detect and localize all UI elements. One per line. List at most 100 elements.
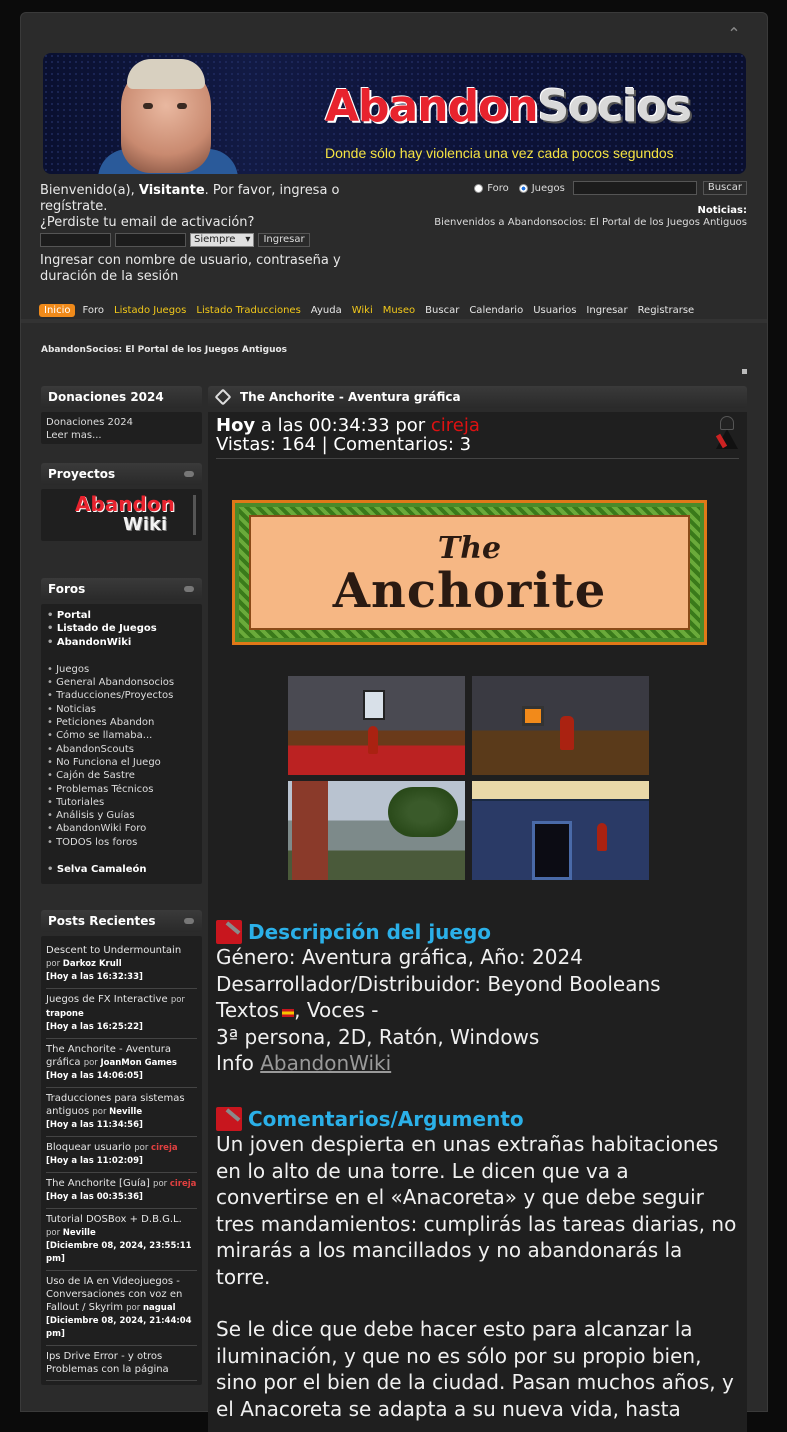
search-input[interactable] [572,181,697,195]
collapse-icon[interactable] [184,471,194,477]
forum-link[interactable]: AbandonScouts [47,743,196,756]
visitor-name: Visitante [138,183,205,198]
recent-post[interactable]: Bloquear usuario por cireja [Hoy a las 11… [46,1137,197,1173]
forum-link[interactable]: TODOS los foros [47,836,196,849]
forum-link[interactable]: General Abandonsocios [47,676,196,689]
recent-post[interactable]: The Anchorite [Guía] por cireja [Hoy a la… [46,1173,197,1209]
forum-link[interactable]: AbandonWiki [47,636,196,649]
menu-item-registrarse[interactable]: Registrarse [633,305,700,316]
projects-scrollbar[interactable] [193,495,196,535]
site-banner[interactable]: AbandonSocios Donde sólo hay violencia u… [43,53,746,174]
menu-item-ingresar[interactable]: Ingresar [581,305,632,316]
menu-item-calendario[interactable]: Calendario [464,305,528,316]
menu-item-buscar[interactable]: Buscar [420,305,464,316]
collapse-icon[interactable] [184,918,194,924]
toggle-square-icon[interactable] [742,369,747,374]
menu-item-foro[interactable]: Foro [77,305,109,316]
recent-post-title-text[interactable]: Bloquear usuario [46,1142,131,1153]
screenshot[interactable] [472,781,649,880]
menu-item-listado-traducciones[interactable]: Listado Traducciones [191,305,305,316]
recent-post-author[interactable]: trapone [46,1009,84,1019]
recent-post-title-text[interactable]: Descent to Undermountain [46,945,181,956]
recent-post-author[interactable]: JoanMon Games [101,1058,178,1068]
forum-link[interactable]: Listado de Juegos [47,622,196,635]
recent-post[interactable]: Tutorial DOSBox + D.B.G.L. por Neville [D… [46,1209,197,1271]
recent-post-title[interactable]: The Anchorite - Aventura gráfica por Joa… [46,1043,197,1070]
recent-post-title-text[interactable]: Tutorial DOSBox + D.B.G.L. [46,1214,182,1225]
article-author[interactable]: cireja [431,415,480,436]
menu-item-ayuda[interactable]: Ayuda [306,305,347,316]
forum-link[interactable]: Peticiones Abandon [47,716,196,729]
recent-post-author[interactable]: nagual [143,1303,176,1313]
collapse-header-icon[interactable]: ⌃ [725,26,743,42]
recent-post-title[interactable]: Descent to Undermountain por Darkoz Krul… [46,944,197,971]
news-text: Bienvenidos a Abandonsocios: El Portal d… [434,217,747,228]
password-input[interactable] [115,233,186,247]
menu-item-usuarios[interactable]: Usuarios [528,305,581,316]
recent-post[interactable]: Uso de IA en Videojuegos - Conversacione… [46,1271,197,1346]
session-duration-select[interactable]: Siempre ▾ [190,233,255,247]
collapse-icon[interactable] [184,586,194,592]
donations-read-more[interactable]: Leer mas... [46,429,197,442]
search-box: Foro Juegos Buscar [474,181,747,195]
recent-post-title[interactable]: Traducciones para sistemas antiguos por … [46,1092,197,1119]
recent-post[interactable]: Juegos de FX Interactive por trapone [Hoy… [46,989,197,1039]
recent-post-date-text: Hoy a las 00:35:36 [49,1192,139,1202]
forum-link[interactable]: AbandonWiki Foro [47,822,196,835]
forums-body: Portal Listado de Juegos AbandonWiki Jue… [41,604,202,884]
recent-post-title[interactable]: Tutorial DOSBox + D.B.G.L. por Neville [46,1213,197,1240]
forum-link[interactable]: Problemas Técnicos [47,783,196,796]
recent-post-title-text[interactable]: Juegos de FX Interactive [46,994,168,1005]
forum-link[interactable]: No Funciona el Juego [47,756,196,769]
menu-item-wiki[interactable]: Wiki [347,305,378,316]
radio-foro[interactable] [474,183,484,193]
recent-post-title-text[interactable]: The Anchorite [Guía] [46,1178,150,1189]
forum-link[interactable]: Juegos [47,663,196,676]
login-button[interactable]: Ingresar [258,233,310,247]
menu-item-museo[interactable]: Museo [378,305,420,316]
abandonwiki-logo[interactable]: Abandon Wiki [75,493,175,537]
recent-post[interactable]: Traducciones para sistemas antiguos por … [46,1088,197,1137]
donations-image-alt[interactable]: Donaciones 2024 [46,416,197,429]
recent-post-title[interactable]: Bloquear usuario por cireja [46,1141,197,1155]
recent-post[interactable]: The Anchorite - Aventura gráfica por Joa… [46,1039,197,1088]
recent-post-title[interactable]: Ips Drive Error - y otros Problemas con … [46,1350,197,1376]
search-button[interactable]: Buscar [702,181,747,195]
forum-link[interactable]: Análisis y Guías [47,809,196,822]
recent-post[interactable]: Descent to Undermountain por Darkoz Krul… [46,940,197,989]
forum-link[interactable]: Portal [47,609,196,622]
screenshot[interactable] [472,676,649,775]
author-avatar[interactable] [715,416,739,449]
recent-post[interactable]: Ips Drive Error - y otros Problemas con … [46,1346,197,1381]
recent-post-title[interactable]: Uso de IA en Videojuegos - Conversacione… [46,1275,197,1315]
forum-link[interactable]: Tutoriales [47,796,196,809]
radio-juegos[interactable] [518,183,528,193]
menu-item-listado-juegos[interactable]: Listado Juegos [109,305,191,316]
recent-post-author[interactable]: cireja [170,1179,197,1189]
avatar-helmet [720,416,734,430]
recent-post-author[interactable]: Darkoz Krull [63,959,122,969]
forums-title: Foros [48,582,86,596]
lost-activation-link[interactable]: ¿Perdiste tu email de activación? [40,215,400,231]
breadcrumb[interactable]: AbandonSocios: El Portal de los Juegos A… [41,345,287,355]
forum-link[interactable]: Cómo se llamaba... [47,729,196,742]
forum-link[interactable]: Traducciones/Proyectos [47,689,196,702]
title-image-anchorite: Anchorite [332,563,607,619]
forum-link[interactable]: Cajón de Sastre [47,769,196,782]
recent-post-author[interactable]: cireja [151,1143,178,1153]
forum-link[interactable]: Noticias [47,703,196,716]
abandonwiki-link[interactable]: AbandonWiki [260,1051,391,1075]
recent-post-author[interactable]: Neville [109,1107,142,1117]
recent-post-date-text: Hoy a las 16:32:33 [49,972,139,982]
menu-item-inicio[interactable]: Inicio [39,303,76,317]
recent-post-title-text[interactable]: Ips Drive Error - y otros Problemas con … [46,1351,169,1375]
screenshot[interactable] [288,676,465,775]
forum-link[interactable]: Selva Camaleón [47,863,196,876]
username-input[interactable] [40,233,111,247]
screenshot[interactable] [288,781,465,880]
recent-post-byline: por nagual [126,1303,175,1313]
recent-post-title[interactable]: The Anchorite [Guía] por cireja [46,1177,197,1191]
recent-post-title[interactable]: Juegos de FX Interactive por trapone [46,993,197,1021]
recent-post-author[interactable]: Neville [63,1228,96,1238]
